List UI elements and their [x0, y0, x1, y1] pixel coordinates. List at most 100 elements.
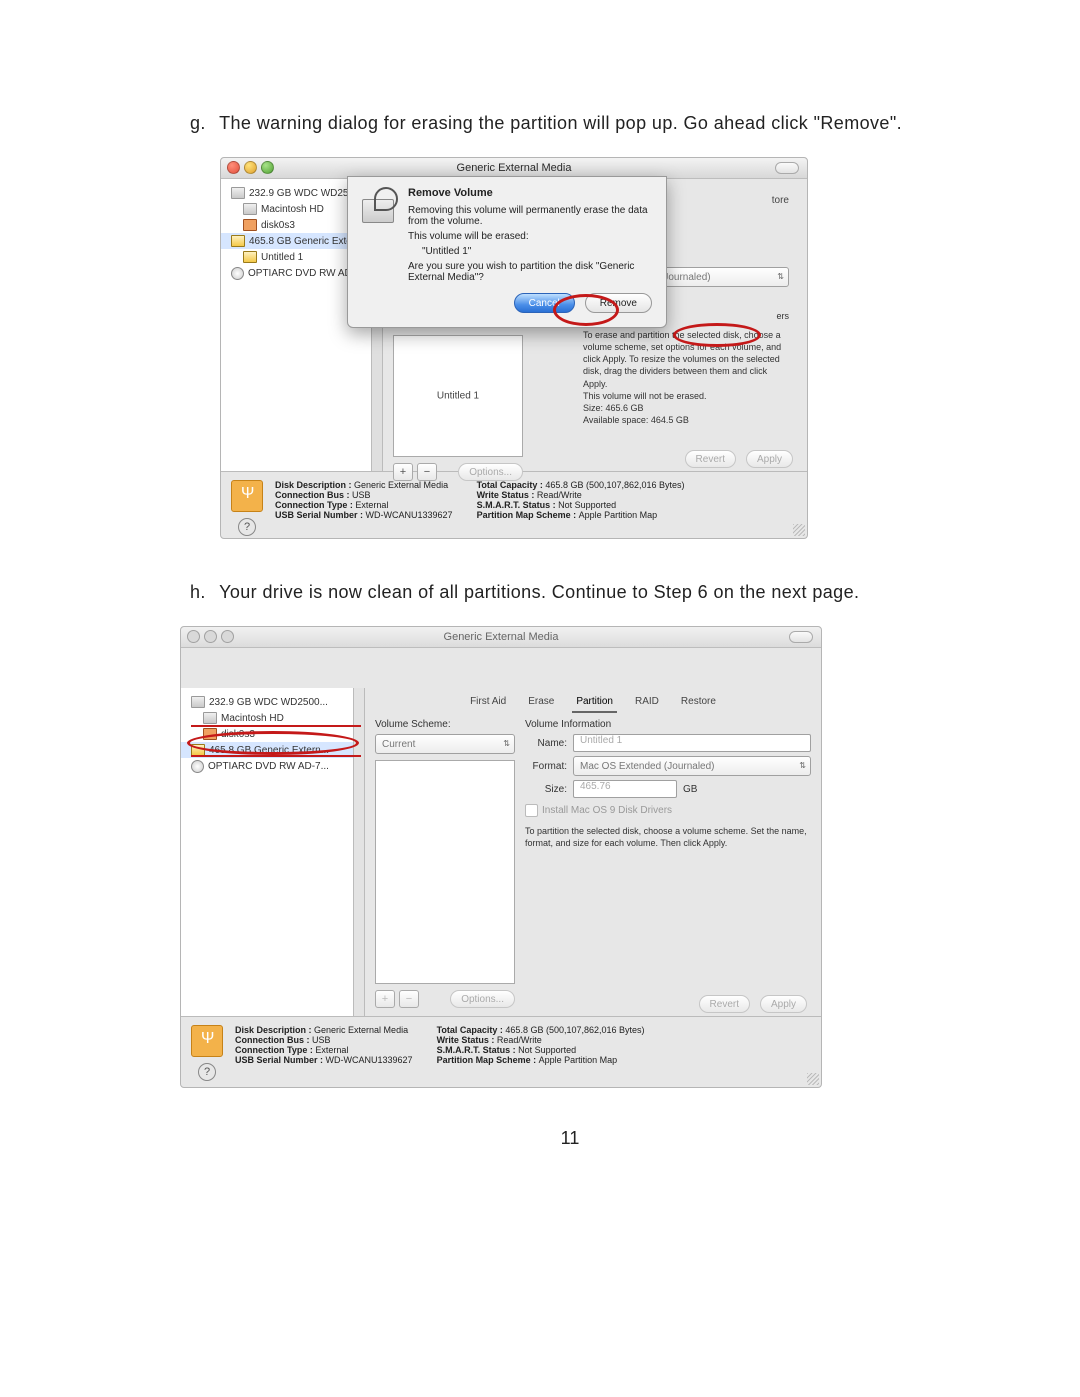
hdd-icon: [203, 712, 217, 724]
footer-line: Connection Bus : USB: [275, 490, 453, 500]
toolbar-toggle[interactable]: [775, 162, 799, 174]
minimize-icon[interactable]: [244, 161, 257, 174]
sidebar-item-label: 465.8 GB Generic Exte: [249, 236, 352, 247]
disk-utility-icon: [362, 187, 398, 223]
chevron-updown-icon: ⇅: [799, 761, 806, 770]
footer-line: USB Serial Number : WD-WCANU1339627: [235, 1055, 413, 1065]
revert-button[interactable]: Revert: [699, 995, 750, 1013]
footer-line: S.M.A.R.T. Status : Not Supported: [437, 1045, 645, 1055]
usb-drive-icon: [231, 480, 263, 512]
document-page: g. The warning dialog for erasing the pa…: [0, 0, 1080, 1189]
hdd-y-icon: [243, 251, 257, 263]
remove-volume-sheet: Remove Volume Removing this volume will …: [347, 176, 667, 328]
help-icon[interactable]: ?: [198, 1063, 216, 1081]
footer-left-col: Disk Description : Generic External Medi…: [275, 480, 453, 520]
close-icon[interactable]: [227, 161, 240, 174]
checkbox-icon[interactable]: [525, 804, 538, 817]
tab-raid[interactable]: RAID: [631, 694, 663, 713]
divider[interactable]: [354, 688, 365, 1016]
volume-scheme-select[interactable]: Current ⇅: [375, 734, 515, 754]
description-text: To erase and partition the selected disk…: [583, 329, 793, 426]
footer-line: Disk Description : Generic External Medi…: [275, 480, 453, 490]
hdd-y-icon: [231, 235, 245, 247]
volume-info-label: Volume Information: [525, 719, 811, 730]
resize-handle-icon[interactable]: [807, 1073, 819, 1085]
sheet-title: Remove Volume: [408, 187, 652, 199]
page-number: 11: [190, 1128, 950, 1149]
format-select-frag[interactable]: (Journaled) ⇅: [653, 267, 789, 287]
name-input[interactable]: Untitled 1: [573, 734, 811, 752]
toolbar-toggle[interactable]: [789, 631, 813, 643]
disk-info-footer: ? Disk Description : Generic External Me…: [181, 1016, 821, 1091]
volume-scheme-label: Volume Scheme:: [375, 719, 515, 730]
sidebar-item-label: Untitled 1: [261, 252, 303, 263]
instruction-h-text: Your drive is now clean of all partition…: [219, 582, 859, 602]
sidebar-item[interactable]: 232.9 GB WDC WD2500...: [181, 694, 353, 710]
window-title: Generic External Media: [457, 162, 572, 174]
titlebar[interactable]: Generic External Media: [181, 627, 821, 648]
tabs[interactable]: First Aid Erase Partition RAID Restore: [365, 688, 821, 713]
zoom-icon[interactable]: [221, 630, 234, 643]
traffic-lights[interactable]: [187, 630, 234, 643]
annotation-strike: [191, 725, 361, 727]
cd-icon: [231, 267, 244, 280]
size-input[interactable]: 465.76: [573, 780, 677, 798]
sidebar-item[interactable]: OPTIARC DVD RW AD-7...: [181, 758, 353, 775]
tab-partition[interactable]: Partition: [572, 694, 617, 713]
footer-line: Connection Type : External: [235, 1045, 413, 1055]
resize-handle-icon[interactable]: [793, 524, 805, 536]
disk-info-footer: ? Disk Description : Generic External Me…: [221, 471, 807, 546]
chevron-updown-icon: ⇅: [503, 739, 510, 748]
tab-restore-frag[interactable]: tore: [772, 195, 789, 206]
tab-restore[interactable]: Restore: [677, 694, 720, 713]
footer-line: USB Serial Number : WD-WCANU1339627: [275, 510, 453, 520]
footer-line: Disk Description : Generic External Medi…: [235, 1025, 413, 1035]
format-select[interactable]: Mac OS Extended (Journaled) ⇅: [573, 756, 811, 776]
screenshot-1: Generic External Media 232.9 GB WDC WD25…: [220, 157, 950, 539]
cancel-button[interactable]: Cancel: [514, 293, 575, 313]
disk-utility-window-2: Generic External Media 232.9 GB WDC WD25…: [180, 626, 822, 1088]
footer-line: S.M.A.R.T. Status : Not Supported: [477, 500, 685, 510]
remove-partition-button[interactable]: −: [399, 990, 419, 1008]
tab-erase[interactable]: Erase: [524, 694, 558, 713]
cd-icon: [191, 760, 204, 773]
screenshot-2: Generic External Media 232.9 GB WDC WD25…: [180, 626, 950, 1088]
help-icon[interactable]: ?: [238, 518, 256, 536]
name-label: Name:: [525, 738, 567, 749]
sidebar-item-label: OPTIARC DVD RW AD-7...: [208, 761, 329, 772]
tab-first-aid[interactable]: First Aid: [466, 694, 510, 713]
minimize-icon[interactable]: [204, 630, 217, 643]
apply-button[interactable]: Apply: [746, 450, 793, 468]
instruction-g: g. The warning dialog for erasing the pa…: [190, 110, 950, 137]
partition-map[interactable]: [375, 760, 515, 984]
revert-button[interactable]: Revert: [685, 450, 736, 468]
footer-line: Write Status : Read/Write: [477, 490, 685, 500]
footer-right-col: Total Capacity : 465.8 GB (500,107,862,0…: [477, 480, 685, 520]
format-label: Format:: [525, 761, 567, 772]
os9-drivers-checkbox-row[interactable]: Install Mac OS 9 Disk Drivers: [525, 804, 811, 817]
footer-line: Connection Type : External: [275, 500, 453, 510]
sidebar-item[interactable]: Macintosh HD: [181, 710, 353, 726]
volume-scheme-value: Current: [382, 739, 415, 750]
remove-partition-button[interactable]: −: [417, 463, 437, 481]
close-icon[interactable]: [187, 630, 200, 643]
zoom-icon[interactable]: [261, 161, 274, 174]
hdd-icon: [191, 696, 205, 708]
hdd-icon: [231, 187, 245, 199]
remove-button[interactable]: Remove: [585, 293, 652, 313]
sidebar-item-label: 232.9 GB WDC WD2500...: [209, 697, 328, 708]
options-button[interactable]: Options...: [458, 463, 523, 481]
footer-line: Partition Map Scheme : Apple Partition M…: [477, 510, 685, 520]
partition-map[interactable]: Untitled 1: [393, 335, 523, 457]
options-button[interactable]: Options...: [450, 990, 515, 1008]
apply-button[interactable]: Apply: [760, 995, 807, 1013]
add-partition-button[interactable]: +: [375, 990, 395, 1008]
tab-frag: tore: [772, 189, 789, 206]
add-partition-button[interactable]: +: [393, 463, 413, 481]
sheet-line-2: This volume will be erased:: [408, 231, 652, 242]
annotation-strike: [191, 755, 361, 757]
usb-drive-icon: [191, 1025, 223, 1057]
description-text: To partition the selected disk, choose a…: [525, 825, 811, 849]
traffic-lights[interactable]: [227, 161, 274, 174]
hdd-icon: [243, 203, 257, 215]
